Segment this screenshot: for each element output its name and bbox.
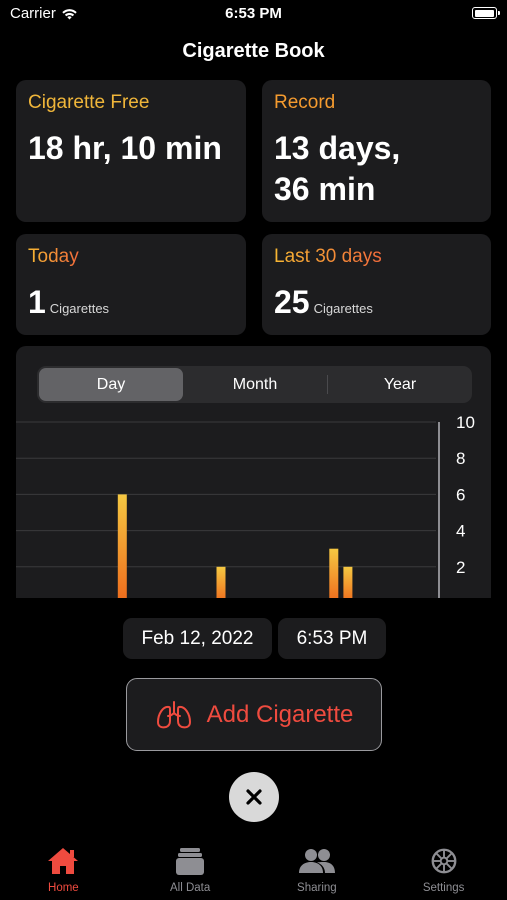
chart-grid bbox=[16, 421, 436, 568]
cigarette-free-card: Cigarette Free 18 hr, 10 min bbox=[16, 80, 246, 222]
segment-day[interactable]: Day bbox=[39, 368, 183, 401]
y-tick-label: 8 bbox=[456, 449, 465, 468]
segment-month[interactable]: Month bbox=[183, 368, 327, 401]
page-title: Cigarette Book bbox=[182, 40, 325, 62]
last-30-days-label: Last 30 days bbox=[274, 246, 382, 267]
today-count-row: 1 Cigarettes bbox=[28, 284, 109, 321]
today-card: Today 1 Cigarettes bbox=[16, 234, 246, 335]
y-tick-label: 4 bbox=[456, 522, 465, 541]
y-tick-label: 6 bbox=[456, 485, 465, 504]
record-card: Record 13 days, 36 min bbox=[262, 80, 491, 222]
y-axis-ticks: 10 8 6 4 2 bbox=[456, 413, 475, 577]
tab-home-label: Home bbox=[48, 882, 79, 894]
chart-bar-8 bbox=[117, 494, 127, 598]
database-icon bbox=[176, 848, 205, 875]
tab-settings-label: Settings bbox=[422, 882, 465, 894]
add-cigarette-label: Add Cigarette bbox=[206, 700, 354, 728]
cigarettes-per-day-chart: 10 8 6 4 2 bbox=[16, 413, 475, 598]
status-time: 6:53 PM bbox=[225, 5, 282, 22]
record-value-line2: 36 min bbox=[274, 171, 376, 207]
date-picker[interactable]: Feb 12, 2022 bbox=[123, 618, 272, 659]
record-value-line1: 13 days, bbox=[274, 130, 401, 166]
chart-bars bbox=[117, 494, 353, 598]
time-picker[interactable]: 6:53 PM bbox=[278, 618, 386, 659]
today-unit: Cigarettes bbox=[49, 301, 110, 316]
chart-bar-23 bbox=[329, 548, 339, 598]
last-30-days-count: 25 bbox=[274, 284, 310, 320]
lungs-icon bbox=[156, 700, 191, 728]
tab-all-data[interactable]: All Data bbox=[127, 840, 254, 900]
y-tick-label: 2 bbox=[456, 558, 465, 577]
tab-bar: Home All Data Sharing Settings bbox=[0, 840, 507, 900]
last-30-days-card: Last 30 days 25 Cigarettes bbox=[262, 234, 491, 335]
home-icon bbox=[48, 848, 79, 874]
segment-year[interactable]: Year bbox=[328, 368, 472, 401]
tab-home[interactable]: Home bbox=[0, 840, 127, 900]
people-icon bbox=[298, 849, 335, 873]
chart-bar-24 bbox=[343, 566, 353, 598]
close-button[interactable] bbox=[229, 772, 279, 822]
cigarette-free-value: 18 hr, 10 min bbox=[28, 130, 222, 166]
chart-bar-15 bbox=[216, 566, 226, 598]
battery-icon bbox=[472, 7, 500, 19]
close-icon bbox=[246, 789, 262, 805]
status-bar: Carrier 6:53 PM bbox=[0, 0, 507, 28]
today-count: 1 bbox=[28, 284, 46, 320]
battery-fill bbox=[474, 9, 494, 17]
cigarette-free-label: Cigarette Free bbox=[28, 92, 150, 113]
tab-sharing[interactable]: Sharing bbox=[254, 840, 381, 900]
chart-card: Day Month Year 10 8 6 4 2 bbox=[16, 346, 491, 598]
tab-all-data-label: All Data bbox=[169, 882, 211, 894]
gear-icon bbox=[431, 848, 457, 874]
last-30-days-unit: Cigarettes bbox=[313, 301, 373, 316]
time-range-segmented-control[interactable]: Day Month Year bbox=[37, 366, 472, 403]
record-label: Record bbox=[274, 92, 336, 113]
tab-sharing-label: Sharing bbox=[297, 882, 337, 894]
today-label: Today bbox=[28, 246, 79, 267]
y-tick-label: 10 bbox=[456, 413, 475, 432]
tab-settings[interactable]: Settings bbox=[380, 840, 507, 900]
last-30-days-count-row: 25 Cigarettes bbox=[274, 284, 373, 321]
add-cigarette-button[interactable]: Add Cigarette bbox=[126, 678, 382, 751]
